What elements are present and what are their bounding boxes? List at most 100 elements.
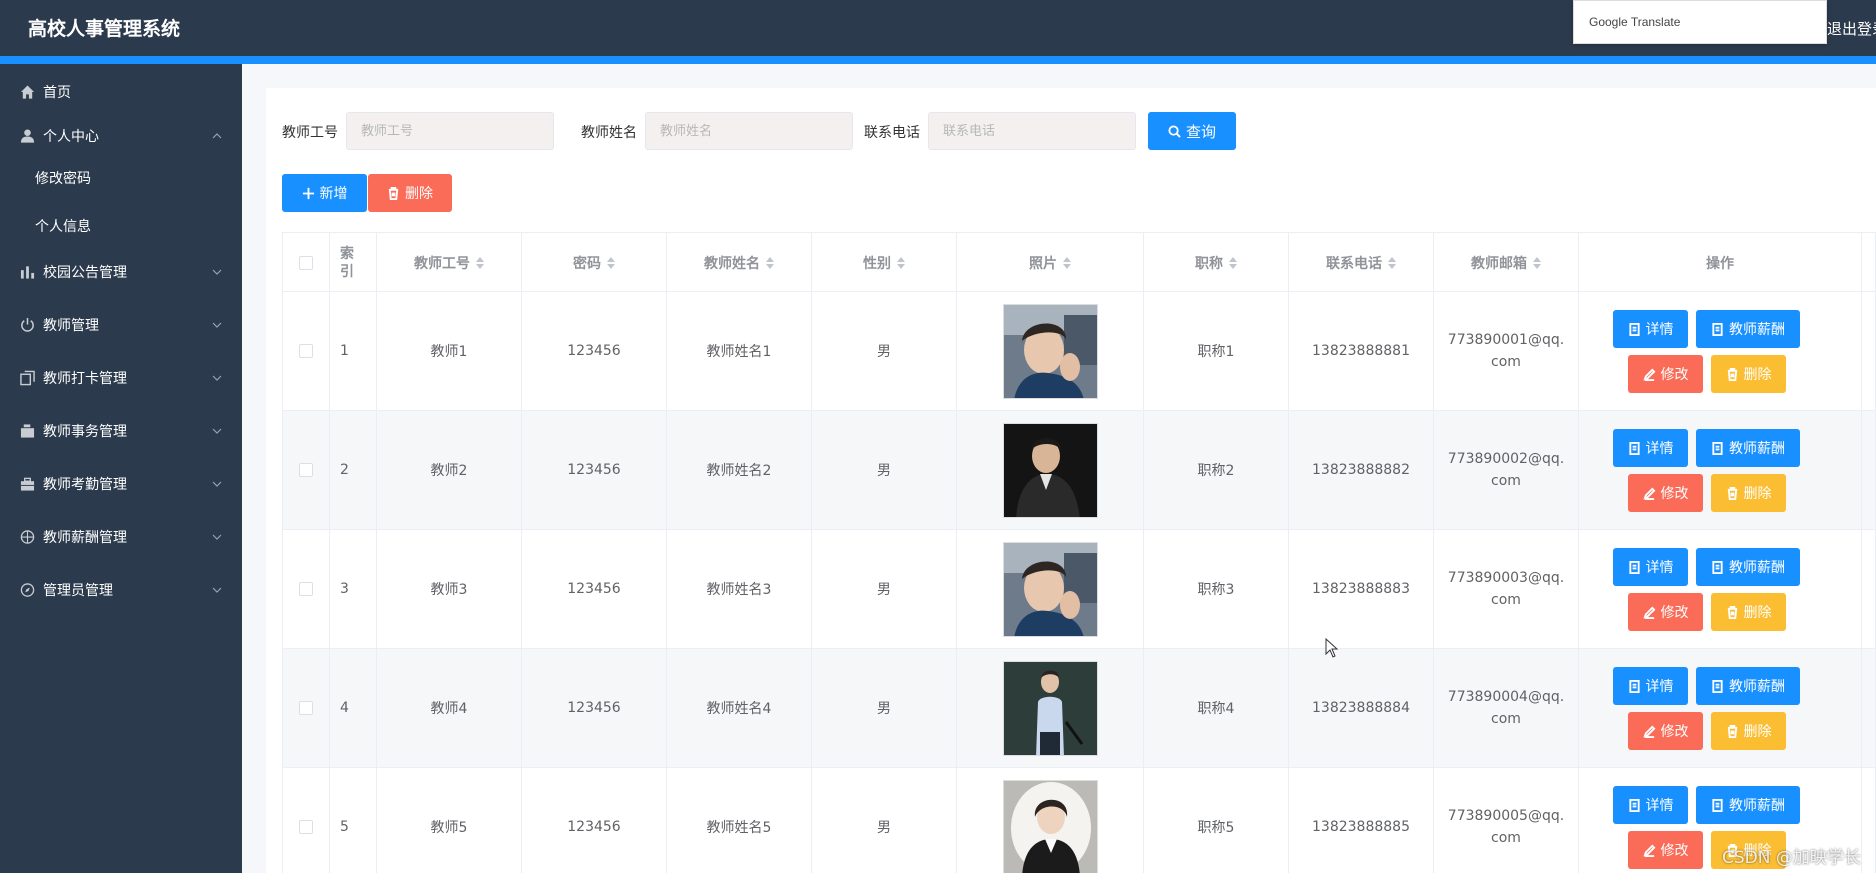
query-button[interactable]: 查询 bbox=[1148, 112, 1236, 150]
salary-button[interactable]: 教师薪酬 bbox=[1696, 548, 1800, 586]
teacher-photo[interactable] bbox=[1002, 541, 1098, 637]
row-checkbox[interactable] bbox=[299, 344, 313, 358]
row-checkbox[interactable] bbox=[299, 582, 313, 596]
sidebar-item-announcements[interactable]: 校园公告管理 bbox=[0, 250, 242, 294]
batch-delete-button[interactable]: 删除 bbox=[368, 174, 452, 212]
cell-teacher-no: 教师4 bbox=[377, 649, 522, 767]
edit-button[interactable]: 修改 bbox=[1628, 831, 1703, 869]
cell-password: 123456 bbox=[522, 292, 667, 410]
cell-photo bbox=[957, 411, 1144, 529]
logout-link[interactable]: 退出登录 bbox=[1827, 18, 1876, 39]
sidebar-item-attendance[interactable]: 教师考勤管理 bbox=[0, 462, 242, 506]
sidebar-item-attendance-punch[interactable]: 教师打卡管理 bbox=[0, 356, 242, 400]
row-select-cell[interactable] bbox=[283, 649, 330, 767]
header-password[interactable]: 密码 bbox=[522, 233, 667, 293]
search-label-teacher-no: 教师工号 bbox=[282, 125, 338, 141]
document-icon bbox=[1628, 560, 1640, 574]
google-translate-popup[interactable]: Google Translate bbox=[1573, 0, 1827, 44]
sidebar-item-label: 教师考勤管理 bbox=[43, 477, 127, 493]
salary-button[interactable]: 教师薪酬 bbox=[1696, 667, 1800, 705]
detail-button[interactable]: 详情 bbox=[1613, 429, 1688, 467]
chevron-down-icon bbox=[212, 322, 222, 328]
cell-phone: 13823888882 bbox=[1289, 411, 1434, 529]
cell-gender: 男 bbox=[812, 292, 957, 410]
cell-title: 职称3 bbox=[1144, 530, 1289, 648]
header-teacher-name[interactable]: 教师姓名 bbox=[667, 233, 812, 293]
table-row: 5 教师5 123456 教师姓名5 男 职称5 13823888885 773890005@… bbox=[282, 768, 1876, 873]
sidebar-subitem-change-password[interactable]: 修改密码 bbox=[0, 158, 242, 198]
document-icon bbox=[1712, 798, 1723, 812]
detail-button[interactable]: 详情 bbox=[1613, 786, 1688, 824]
edit-button[interactable]: 修改 bbox=[1628, 355, 1703, 393]
delete-button[interactable]: 删除 bbox=[1711, 712, 1786, 750]
salary-button[interactable]: 教师薪酬 bbox=[1696, 786, 1800, 824]
cell-actions: 详情 教师薪酬 修改 删除 bbox=[1579, 530, 1862, 648]
row-select-cell[interactable] bbox=[283, 768, 330, 873]
detail-button[interactable]: 详情 bbox=[1613, 310, 1688, 348]
sort-icon[interactable] bbox=[1388, 257, 1396, 269]
detail-button[interactable]: 详情 bbox=[1613, 548, 1688, 586]
teacher-photo[interactable] bbox=[1002, 422, 1098, 518]
add-button[interactable]: 新增 bbox=[282, 174, 367, 212]
sort-icon[interactable] bbox=[897, 257, 905, 269]
sidebar-item-personal-center[interactable]: 个人中心 bbox=[0, 114, 242, 158]
cell-teacher-name: 教师姓名2 bbox=[667, 411, 812, 529]
row-checkbox[interactable] bbox=[299, 463, 313, 477]
edit-button[interactable]: 修改 bbox=[1628, 474, 1703, 512]
power-icon bbox=[21, 317, 34, 332]
delete-button[interactable]: 删除 bbox=[1711, 474, 1786, 512]
sidebar-item-teacher-management[interactable]: 教师管理 bbox=[0, 303, 242, 347]
search-input-teacher-name[interactable] bbox=[645, 112, 853, 150]
sidebar-item-affairs[interactable]: 教师事务管理 bbox=[0, 409, 242, 453]
header-teacher-no[interactable]: 教师工号 bbox=[377, 233, 522, 293]
edit-button[interactable]: 修改 bbox=[1628, 712, 1703, 750]
sort-icon[interactable] bbox=[1229, 257, 1237, 269]
search-input-phone[interactable] bbox=[928, 112, 1136, 150]
sidebar-item-salary[interactable]: 教师薪酬管理 bbox=[0, 515, 242, 559]
row-select-cell[interactable] bbox=[283, 411, 330, 529]
delete-button[interactable]: 删除 bbox=[1711, 355, 1786, 393]
salary-button[interactable]: 教师薪酬 bbox=[1696, 310, 1800, 348]
sidebar-subitem-personal-info[interactable]: 个人信息 bbox=[0, 206, 242, 246]
edit-button[interactable]: 修改 bbox=[1628, 593, 1703, 631]
detail-button-label: 详情 bbox=[1645, 798, 1674, 814]
document-icon bbox=[1712, 679, 1723, 693]
sort-icon[interactable] bbox=[1533, 257, 1541, 269]
sidebar-item-home[interactable]: 首页 bbox=[0, 70, 242, 114]
sidebar-item-admin[interactable]: 管理员管理 bbox=[0, 568, 242, 612]
sort-icon[interactable] bbox=[1063, 257, 1071, 269]
header-phone[interactable]: 联系电话 bbox=[1289, 233, 1434, 293]
cell-photo bbox=[957, 768, 1144, 873]
header-gender[interactable]: 性别 bbox=[812, 233, 957, 293]
salary-button-label: 教师薪酬 bbox=[1729, 679, 1785, 695]
salary-button[interactable]: 教师薪酬 bbox=[1696, 429, 1800, 467]
teacher-photo[interactable] bbox=[1002, 303, 1098, 399]
table-header: 索引 教师工号 密码 教师姓名 性别 照片 职称 联系电话 教师邮箱 操作 bbox=[282, 232, 1876, 293]
row-checkbox[interactable] bbox=[299, 820, 313, 834]
edit-button-label: 修改 bbox=[1660, 367, 1689, 383]
search-input-teacher-no[interactable] bbox=[346, 112, 554, 150]
cell-email: 773890002@qq.com bbox=[1434, 411, 1579, 529]
teacher-photo[interactable] bbox=[1002, 779, 1098, 873]
header-email[interactable]: 教师邮箱 bbox=[1434, 233, 1579, 293]
sort-icon[interactable] bbox=[476, 257, 484, 269]
sidebar-subitem-label: 个人信息 bbox=[35, 219, 91, 235]
detail-button[interactable]: 详情 bbox=[1613, 667, 1688, 705]
sort-icon[interactable] bbox=[607, 257, 615, 269]
select-all-checkbox[interactable] bbox=[299, 256, 313, 270]
header-photo[interactable]: 照片 bbox=[957, 233, 1144, 293]
select-all-cell[interactable] bbox=[283, 233, 330, 293]
teacher-photo[interactable] bbox=[1002, 660, 1098, 756]
cell-gender: 男 bbox=[812, 768, 957, 873]
cell-teacher-name: 教师姓名1 bbox=[667, 292, 812, 410]
trash-icon bbox=[1727, 724, 1737, 738]
delete-button[interactable]: 删除 bbox=[1711, 593, 1786, 631]
briefcase-icon bbox=[20, 477, 35, 491]
header-title[interactable]: 职称 bbox=[1144, 233, 1289, 293]
chevron-down-icon bbox=[212, 534, 222, 540]
cell-title: 职称2 bbox=[1144, 411, 1289, 529]
row-select-cell[interactable] bbox=[283, 530, 330, 648]
row-checkbox[interactable] bbox=[299, 701, 313, 715]
sort-icon[interactable] bbox=[766, 257, 774, 269]
row-select-cell[interactable] bbox=[283, 292, 330, 410]
